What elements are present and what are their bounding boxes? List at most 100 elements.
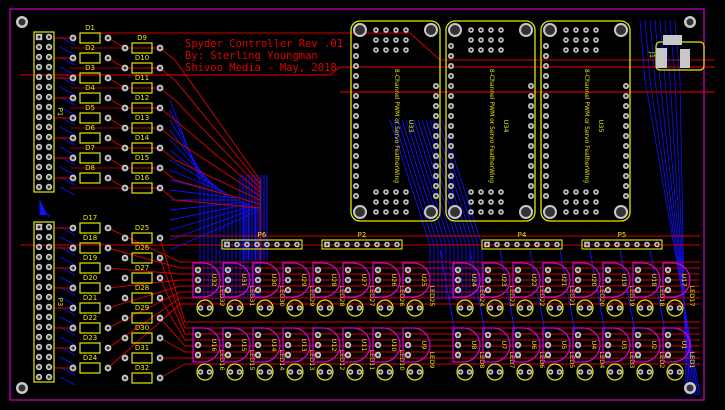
transistor-u6[interactable]: U6 [512, 327, 541, 363]
drill-hole [625, 243, 629, 246]
led-led4[interactable]: LED4 [576, 352, 606, 381]
diode[interactable]: D11 [121, 74, 164, 94]
drill-hole [226, 288, 230, 292]
diode[interactable]: D8 [69, 164, 112, 184]
diode[interactable]: D32 [121, 364, 164, 384]
led-led25[interactable]: LED25 [406, 285, 436, 317]
led-led26[interactable]: LED26 [376, 285, 406, 317]
diode[interactable]: D25 [121, 224, 164, 244]
led-led11[interactable]: LED11 [346, 349, 376, 381]
transistor-u8[interactable]: U8 [452, 327, 481, 363]
drill-hole [358, 306, 361, 310]
transistor-u5[interactable]: U5 [542, 327, 571, 363]
transistor-u15[interactable]: U15 [222, 327, 251, 363]
diode[interactable]: D16 [121, 174, 164, 194]
led-led7[interactable]: LED7 [486, 352, 516, 381]
diode[interactable]: D7 [69, 144, 112, 164]
led-led29[interactable]: LED29 [286, 285, 316, 317]
drill-hole [449, 44, 453, 48]
drill-hole [648, 370, 651, 374]
header-p5[interactable]: P5 [581, 231, 663, 250]
transistor-u1[interactable]: U1 [662, 327, 691, 363]
diode[interactable]: D23 [69, 334, 112, 354]
diode[interactable]: D21 [69, 294, 112, 314]
drill-hole [245, 243, 249, 246]
diode[interactable]: D19 [69, 254, 112, 274]
header-p1[interactable]: P1 [33, 31, 64, 193]
diode[interactable]: D22 [69, 314, 112, 334]
featherwing-mount-drill [450, 207, 460, 217]
transistor-u12[interactable]: U12 [312, 327, 341, 363]
led-led13[interactable]: LED13 [286, 349, 316, 381]
diode[interactable]: D2 [69, 44, 112, 64]
featherwing-mount-drill [355, 25, 365, 35]
led-led31[interactable]: LED31 [226, 285, 256, 317]
led-led5[interactable]: LED5 [546, 352, 576, 381]
diode[interactable]: D5 [69, 104, 112, 124]
drill-hole [624, 184, 628, 188]
transistor-u7[interactable]: U7 [482, 327, 511, 363]
transistor-u13[interactable]: U13 [282, 327, 311, 363]
transistor-label: U15 [240, 338, 248, 351]
diode[interactable]: D24 [69, 354, 112, 374]
featherwing-u35[interactable]: 8-Channel PWM or Servo FeatherWing U35 [540, 20, 631, 222]
led-led16[interactable]: LED16 [196, 349, 226, 381]
drill-hole [37, 135, 41, 139]
transistor-u10[interactable]: U10 [372, 327, 401, 363]
drill-hole [666, 353, 670, 357]
led-led27[interactable]: LED27 [346, 285, 376, 317]
diode[interactable]: D10 [121, 54, 164, 74]
transistor-u3[interactable]: U3 [602, 327, 631, 363]
drill-hole [576, 333, 580, 337]
featherwing-u34[interactable]: 8-Channel PWM or Servo FeatherWing U34 [445, 20, 536, 222]
diode[interactable]: D4 [69, 84, 112, 104]
diode-body [131, 252, 153, 264]
header-p4[interactable]: P4 [481, 231, 563, 250]
diode[interactable]: D6 [69, 124, 112, 144]
diode[interactable]: D20 [69, 274, 112, 294]
transistor-u9[interactable]: U9 [402, 327, 431, 363]
diode[interactable]: D31 [121, 344, 164, 364]
led-led9[interactable]: LED9 [406, 352, 436, 381]
led-led15[interactable]: LED15 [226, 349, 256, 381]
header-p6[interactable]: P6 [221, 231, 303, 250]
drill-hole [196, 343, 200, 347]
diode[interactable]: D9 [121, 34, 164, 54]
diode[interactable]: D27 [121, 264, 164, 284]
diode[interactable]: D30 [121, 324, 164, 344]
diode[interactable]: D17 [69, 214, 112, 234]
led-led10[interactable]: LED10 [376, 349, 406, 381]
diode[interactable]: D13 [121, 114, 164, 134]
led-led30[interactable]: LED30 [256, 285, 286, 317]
header-p2[interactable]: P2 [321, 231, 403, 250]
led-led12[interactable]: LED12 [316, 349, 346, 381]
transistor-u11[interactable]: U11 [342, 327, 371, 363]
led-led28[interactable]: LED28 [316, 285, 346, 317]
drill-hole [564, 28, 568, 32]
transistor-u2[interactable]: U2 [632, 327, 661, 363]
led-led14[interactable]: LED14 [256, 349, 286, 381]
bottom-trace [59, 356, 76, 366]
drill-hole [499, 48, 503, 52]
transistor-u14[interactable]: U14 [252, 327, 281, 363]
led-led6[interactable]: LED6 [516, 352, 546, 381]
diode[interactable]: D3 [69, 64, 112, 84]
led-led8[interactable]: LED8 [456, 352, 486, 381]
drill-hole [47, 355, 51, 359]
pcb-layout-canvas[interactable]: P1 P3 D1 D2 D3 D4 D5 D6 D7 D8 D9 D10 D11 D12 D13 D14 D15… [0, 0, 725, 410]
drill-hole [328, 370, 331, 374]
drill-hole [544, 84, 548, 88]
led-led32[interactable]: LED32 [196, 285, 226, 317]
led-led2[interactable]: LED2 [636, 352, 666, 381]
diode[interactable]: D12 [121, 94, 164, 114]
diode[interactable]: D18 [69, 234, 112, 254]
drill-hole [229, 306, 232, 310]
led-led3[interactable]: LED3 [606, 352, 636, 381]
transistor-u4[interactable]: U4 [572, 327, 601, 363]
diode[interactable]: D14 [121, 134, 164, 154]
diode[interactable]: D15 [121, 154, 164, 174]
transistor-u16[interactable]: U16 [192, 327, 221, 363]
drill-hole [71, 56, 75, 60]
header-p3[interactable]: P3 [33, 221, 64, 383]
drill-hole [404, 210, 408, 214]
